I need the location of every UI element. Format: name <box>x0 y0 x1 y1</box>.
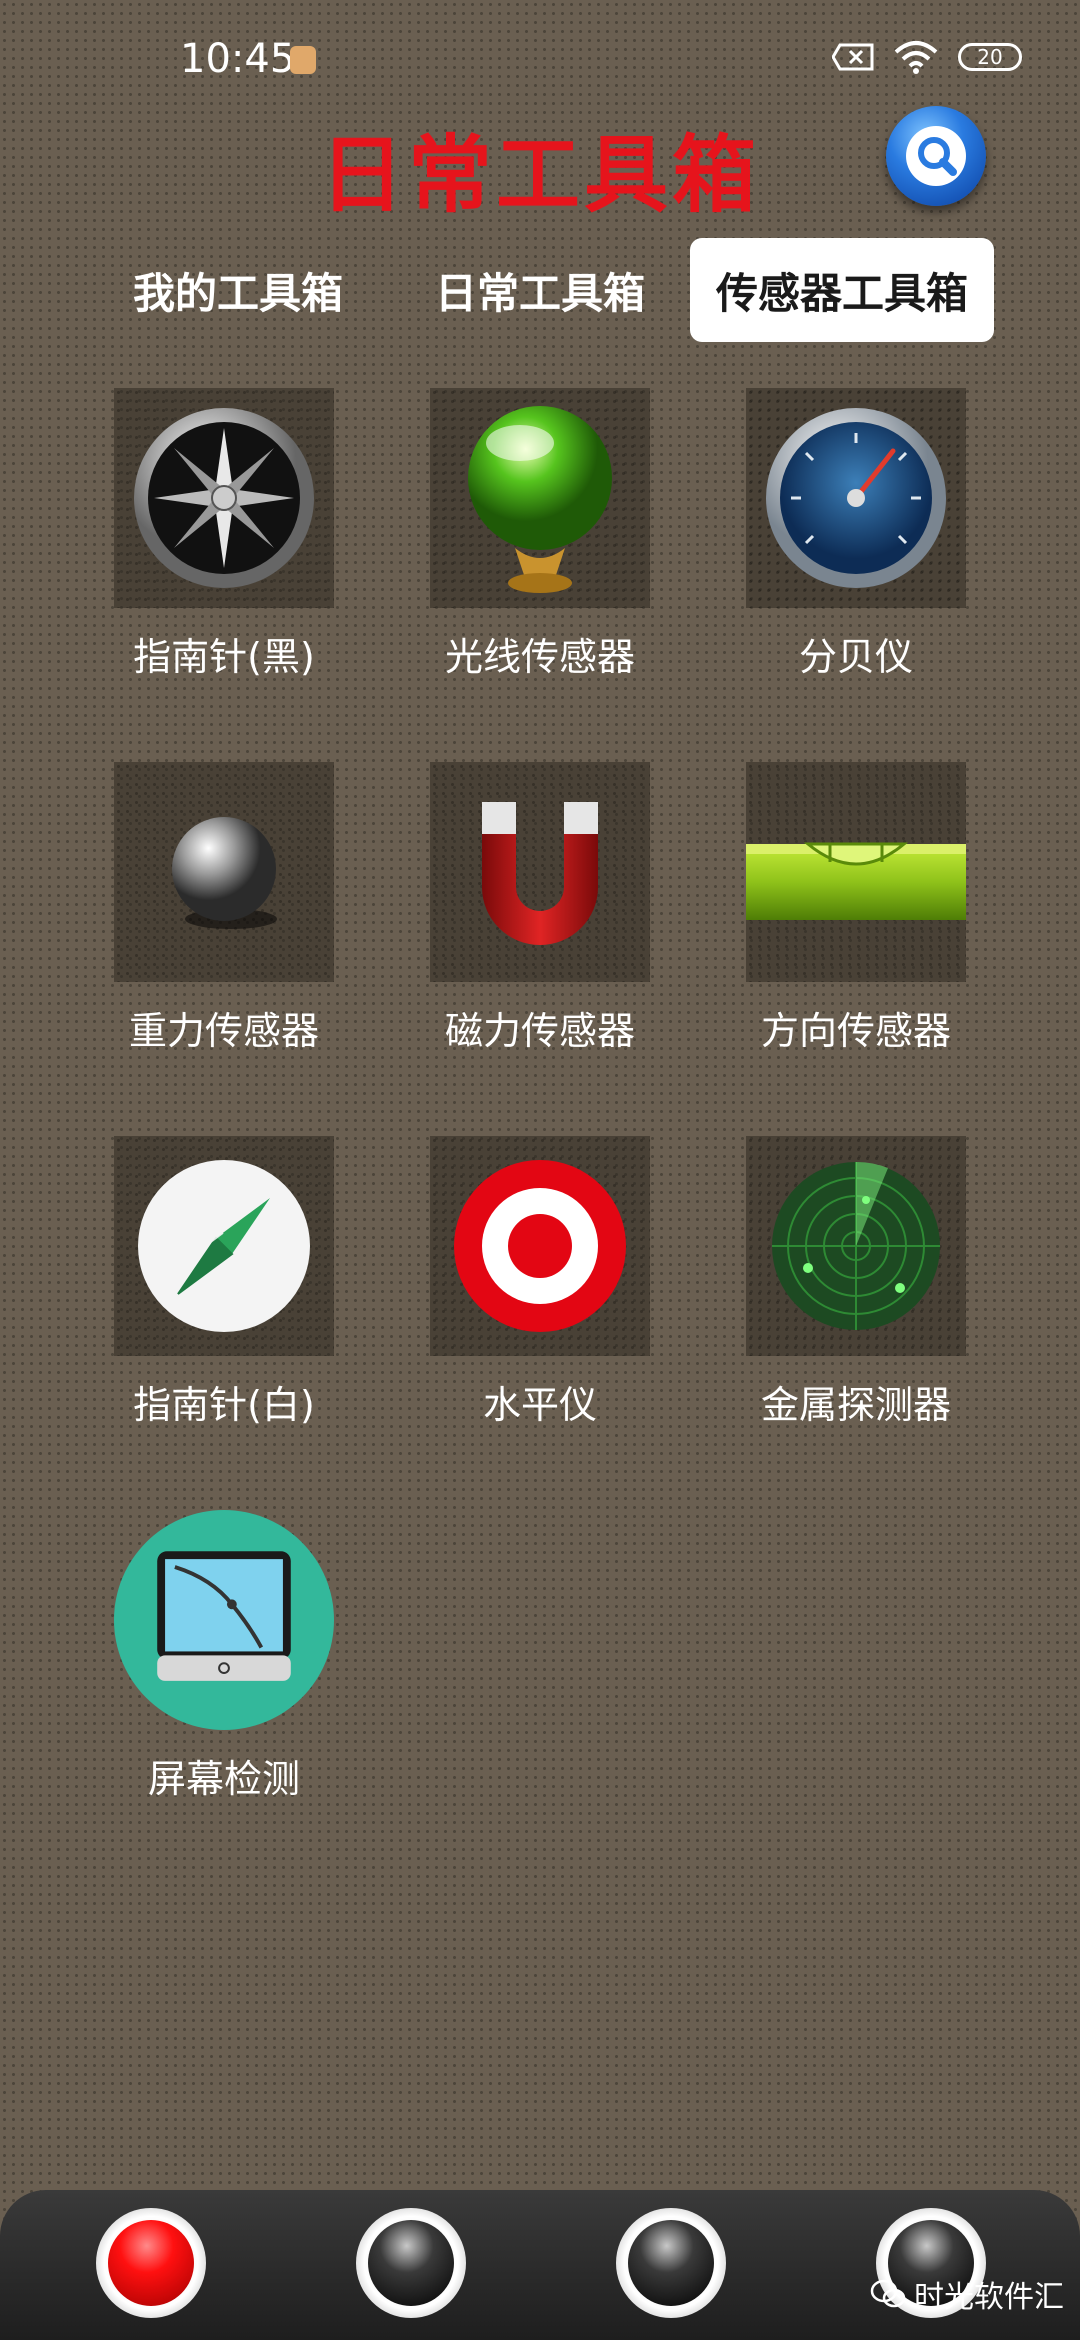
tool-light-sensor[interactable]: 光线传感器 <box>390 388 690 681</box>
search-button[interactable] <box>886 106 986 206</box>
tool-level[interactable]: 水平仪 <box>390 1136 690 1429</box>
bottom-dock <box>0 2190 1080 2340</box>
wechat-icon <box>870 2279 906 2308</box>
status-bar: 10:45 20 <box>0 0 1080 120</box>
target-icon <box>454 1160 626 1332</box>
no-sim-icon <box>832 43 874 71</box>
tool-label: 指南针(黑) <box>133 635 315 679</box>
tool-label: 重力传感器 <box>128 1009 319 1053</box>
dock-button-1[interactable] <box>96 2208 206 2318</box>
tool-metal-detector[interactable]: 金属探测器 <box>706 1136 1006 1429</box>
wifi-icon <box>894 41 938 74</box>
radar-icon <box>772 1161 940 1330</box>
tool-gravity-sensor[interactable]: 重力传感器 <box>74 762 374 1055</box>
tool-label: 磁力传感器 <box>444 1009 635 1053</box>
tab-my-toolbox[interactable]: 我的工具箱 <box>118 238 358 342</box>
tool-label: 屏幕检测 <box>147 1757 300 1801</box>
watermark-text: 时光软件汇 <box>914 2280 1064 2315</box>
tool-direction-sensor[interactable]: 方向传感器 <box>706 762 1006 1055</box>
tool-label: 水平仪 <box>482 1383 597 1427</box>
status-icons: 20 <box>832 40 1022 74</box>
tool-label: 光线传感器 <box>444 635 635 679</box>
tool-screen-test[interactable]: 屏幕检测 <box>74 1510 374 1803</box>
tool-compass-white[interactable]: 指南针(白) <box>74 1136 374 1429</box>
tool-compass-black[interactable]: 指南针(黑) <box>74 388 374 681</box>
black-indicator-icon <box>368 2220 454 2306</box>
status-time: 10:45 <box>180 36 296 82</box>
red-indicator-icon <box>108 2220 194 2306</box>
tab-sensor-toolbox[interactable]: 传感器工具箱 <box>690 238 994 342</box>
tab-bar: 我的工具箱 日常工具箱 传感器工具箱 <box>0 238 1080 342</box>
black-indicator-icon <box>628 2220 714 2306</box>
watermark: 时光软件汇 <box>870 2272 1064 2316</box>
notification-icon <box>290 46 316 74</box>
green-orb-icon <box>468 406 612 593</box>
gauge-icon <box>766 408 946 588</box>
magnet-icon <box>482 802 598 945</box>
tool-label: 指南针(白) <box>133 1383 315 1427</box>
dock-button-2[interactable] <box>356 2208 466 2318</box>
tool-decibel-meter[interactable]: 分贝仪 <box>706 388 1006 681</box>
compass-black-icon <box>134 408 314 588</box>
tool-label: 方向传感器 <box>760 1009 951 1053</box>
search-icon <box>906 126 966 186</box>
tab-daily-toolbox[interactable]: 日常工具箱 <box>420 238 660 342</box>
spirit-level-icon <box>746 842 966 920</box>
tool-label: 金属探测器 <box>760 1383 951 1427</box>
tool-magnetic-sensor[interactable]: 磁力传感器 <box>390 762 690 1055</box>
steel-ball-icon <box>172 817 277 929</box>
dock-button-3[interactable] <box>616 2208 726 2318</box>
battery-indicator: 20 <box>958 43 1022 71</box>
screen-test-icon <box>114 1510 334 1730</box>
tool-label: 分贝仪 <box>798 635 913 679</box>
compass-white-icon <box>138 1160 310 1332</box>
